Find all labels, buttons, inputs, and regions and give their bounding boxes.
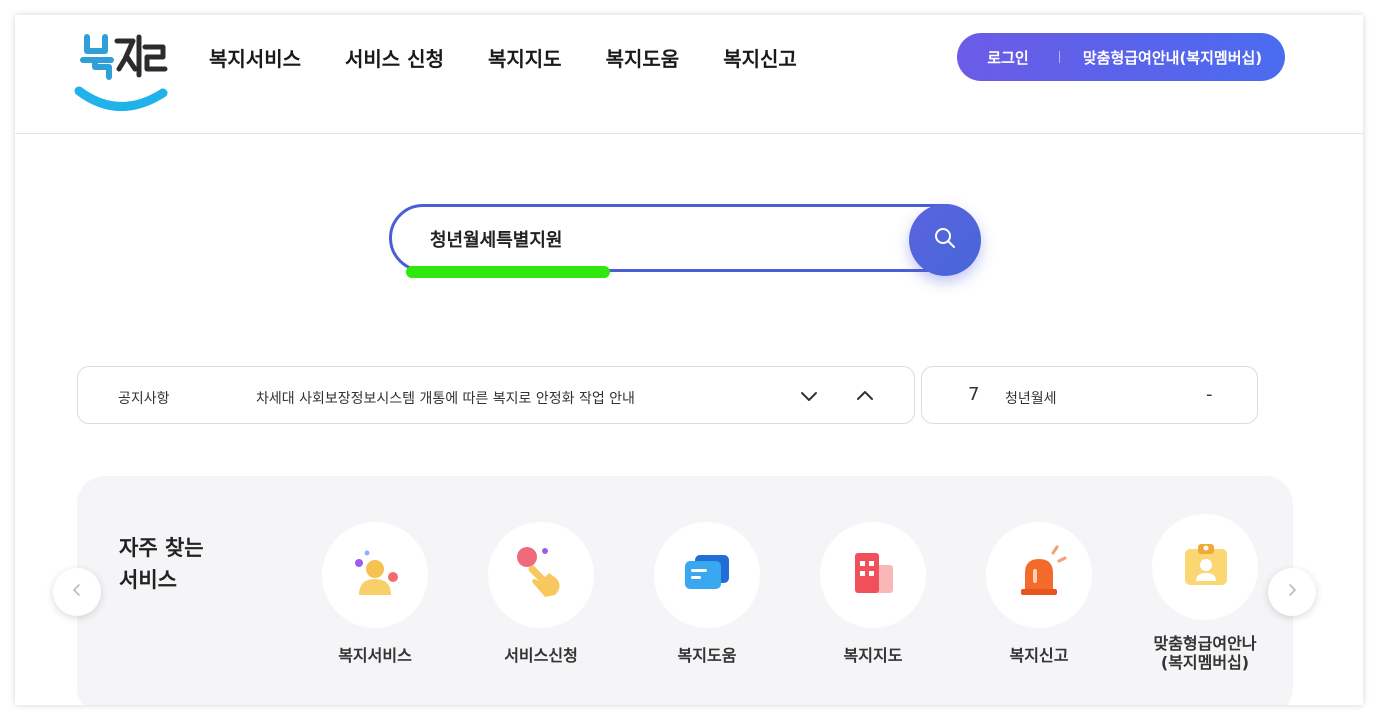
search-button[interactable] <box>909 204 981 276</box>
frequent-services-panel: 자주 찾는 서비스 복지서비스 서비스신청 복지도움 복지지도 복지신고 맞춤형… <box>77 476 1293 705</box>
notice-label: 공지사항 <box>118 391 170 407</box>
service-label: 복지지도 <box>843 646 903 665</box>
rank-change: - <box>1206 384 1213 405</box>
nav-welfare-help[interactable]: 복지도움 <box>606 44 680 74</box>
service-label-line-2: (복지멤버십) <box>1160 653 1250 672</box>
service-label: 서비스신청 <box>504 646 578 665</box>
highlight-underline <box>406 266 610 278</box>
site-header: 복지서비스 서비스 신청 복지지도 복지도움 복지신고 로그인 맞춤형급여안내(… <box>15 15 1363 134</box>
service-label: 복지서비스 <box>338 646 412 665</box>
nav-welfare-service[interactable]: 복지서비스 <box>209 44 301 74</box>
service-label: 맞춤형급여안나 (복지멤버십) <box>1140 634 1270 672</box>
service-circle <box>820 522 926 628</box>
notice-text[interactable]: 차세대 사회보장정보시스템 개통에 따른 복지로 안정화 작업 안내 <box>256 388 635 408</box>
carousel-next-button[interactable] <box>1268 568 1316 616</box>
popular-keyword-ranking: 7 청년월세 - <box>921 366 1258 424</box>
title-line-1: 자주 찾는 <box>119 536 204 560</box>
nav-service-apply[interactable]: 서비스 신청 <box>345 44 444 74</box>
service-label-line-1: 맞춤형급여안나 <box>1153 634 1257 653</box>
main-nav: 복지서비스 서비스 신청 복지지도 복지도움 복지신고 <box>209 44 841 74</box>
nav-welfare-map[interactable]: 복지지도 <box>488 44 562 74</box>
service-help[interactable]: 복지도움 <box>642 522 772 665</box>
service-label: 복지신고 <box>1009 646 1069 665</box>
service-report[interactable]: 복지신고 <box>974 522 1104 665</box>
hand-tap-icon <box>511 543 571 607</box>
chevron-up-icon[interactable] <box>852 383 878 409</box>
notice-bar: 공지사항 차세대 사회보장정보시스템 개통에 따른 복지로 안정화 작업 안내 <box>77 366 915 424</box>
service-map[interactable]: 복지지도 <box>808 522 938 665</box>
service-apply[interactable]: 서비스신청 <box>476 522 606 665</box>
building-icon <box>843 543 903 607</box>
rank-number: 7 <box>968 384 980 405</box>
chevron-down-icon[interactable] <box>796 383 822 409</box>
service-circle <box>488 522 594 628</box>
service-circle <box>1152 514 1258 620</box>
service-circle <box>322 522 428 628</box>
service-label: 복지도움 <box>677 646 737 665</box>
service-circle <box>654 522 760 628</box>
chevron-right-icon <box>1284 582 1300 602</box>
login-button[interactable]: 로그인 <box>957 47 1059 68</box>
service-welfare[interactable]: 복지서비스 <box>310 522 440 665</box>
search-icon <box>933 226 957 254</box>
service-membership[interactable]: 맞춤형급여안나 (복지멤버십) <box>1140 514 1270 672</box>
search-box <box>389 204 979 272</box>
membership-button[interactable]: 맞춤형급여안내(복지멤버십) <box>1060 47 1285 68</box>
page-frame: 복지서비스 서비스 신청 복지지도 복지도움 복지신고 로그인 맞춤형급여안내(… <box>15 15 1363 705</box>
title-line-2: 서비스 <box>119 568 177 592</box>
chevron-left-icon <box>69 582 85 602</box>
rank-keyword[interactable]: 청년월세 <box>1005 388 1057 408</box>
siren-icon <box>1009 543 1069 607</box>
bokjiro-logo[interactable] <box>73 29 169 115</box>
service-circle <box>986 522 1092 628</box>
nav-welfare-report[interactable]: 복지신고 <box>723 44 797 74</box>
chat-icon <box>677 543 737 607</box>
frequent-services-title: 자주 찾는 서비스 <box>119 532 204 596</box>
search-input[interactable] <box>428 223 872 255</box>
id-card-icon <box>1175 535 1235 599</box>
person-icon <box>345 543 405 607</box>
carousel-prev-button[interactable] <box>53 568 101 616</box>
top-action-pill: 로그인 맞춤형급여안내(복지멤버십) <box>957 33 1285 81</box>
